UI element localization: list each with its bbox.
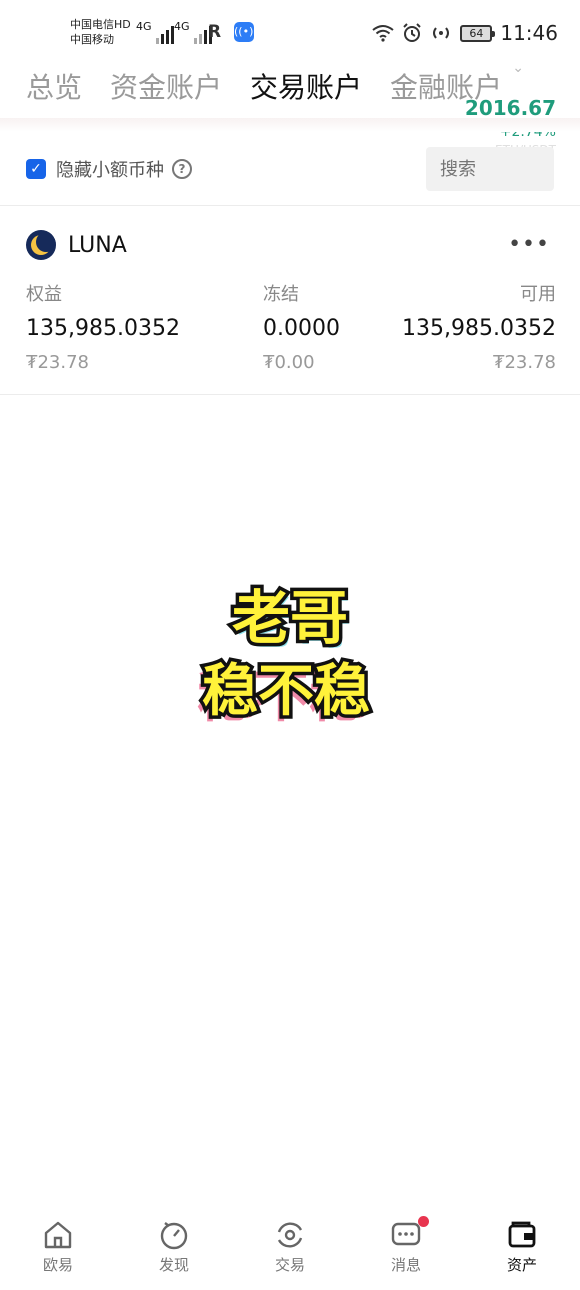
signal-1-icon: 4G	[136, 20, 174, 44]
frozen-column: 冻结 0.0000 ₮0.00	[263, 282, 340, 376]
bottom-nav: 欧易 发现 交易 消息 资产	[0, 1200, 580, 1290]
hide-small-label[interactable]: 隐藏小额币种	[56, 156, 164, 182]
nav-home[interactable]: 欧易	[0, 1200, 116, 1290]
nfc-icon: ((•))	[234, 22, 258, 42]
hotspot-icon	[433, 27, 450, 39]
more-options-icon[interactable]: •••	[508, 234, 550, 256]
divider	[0, 205, 580, 206]
wallet-icon	[508, 1221, 536, 1248]
tab-underlay	[0, 118, 580, 132]
sticker-line-2-outline: 稳不稳	[202, 659, 370, 724]
sticker-line-1-outline: 老哥	[232, 584, 348, 652]
nav-discover-label: 发现	[158, 1256, 189, 1274]
nav-trade[interactable]: 交易	[232, 1200, 348, 1290]
chevron-down-icon[interactable]: ⌄	[512, 60, 524, 76]
available-column: 可用 135,985.0352 ₮23.78	[402, 282, 556, 376]
signal-2-icon: 4G	[174, 20, 212, 44]
available-label: 可用	[520, 284, 556, 305]
status-right: 64 11:46	[372, 20, 558, 46]
account-tabs: 总览 资金账户 交易账户 金融账户	[26, 68, 502, 112]
nav-messages-label: 消息	[390, 1256, 421, 1274]
network-1-label: 4G	[136, 20, 152, 33]
carrier-2: 中国移动	[70, 33, 114, 46]
meme-sticker: 老哥 老哥 稳不稳 稳不稳	[197, 581, 374, 731]
equity-label: 权益	[26, 284, 62, 305]
tab-trading-account[interactable]: 交易账户	[250, 68, 362, 112]
available-fiat: ₮23.78	[493, 352, 556, 373]
tab-overview[interactable]: 总览	[26, 68, 82, 112]
ticker-price: 2016.67	[464, 96, 556, 120]
frozen-value: 0.0000	[263, 316, 340, 341]
frozen-label: 冻结	[263, 284, 299, 305]
asset-name: LUNA	[68, 232, 127, 258]
equity-fiat: ₮23.78	[26, 352, 89, 373]
equity-value: 135,985.0352	[26, 316, 180, 341]
roaming-indicator: R	[208, 22, 222, 42]
asset-header[interactable]: LUNA	[26, 229, 127, 261]
equity-column: 权益 135,985.0352 ₮23.78	[26, 282, 180, 376]
discover-icon	[160, 1222, 188, 1250]
alarm-icon	[403, 23, 422, 42]
nav-trade-label: 交易	[274, 1256, 305, 1274]
nav-assets[interactable]: 资产	[464, 1200, 580, 1290]
carrier-info: 中国电信HD 中国移动	[70, 17, 131, 47]
trade-icon	[277, 1222, 303, 1248]
battery-icon: 64	[460, 24, 496, 42]
nav-discover[interactable]: 发现	[116, 1200, 232, 1290]
search-input[interactable]	[426, 147, 554, 191]
nav-messages[interactable]: 消息	[348, 1200, 464, 1290]
nav-home-label: 欧易	[42, 1256, 73, 1274]
help-icon[interactable]: ?	[172, 159, 192, 179]
luna-coin-icon	[26, 230, 56, 260]
network-2-label: 4G	[174, 20, 190, 33]
wifi-icon	[372, 25, 394, 42]
notification-badge	[418, 1216, 429, 1227]
filter-row: ✓ 隐藏小额币种 ?	[26, 152, 192, 186]
home-icon	[44, 1221, 72, 1249]
available-value: 135,985.0352	[402, 316, 556, 341]
tab-funding-account[interactable]: 资金账户	[110, 68, 222, 112]
hide-small-checkbox[interactable]: ✓	[26, 159, 46, 179]
frozen-fiat: ₮0.00	[263, 352, 315, 373]
carrier-1: 中国电信HD	[70, 18, 131, 31]
status-bar: 中国电信HD 中国移动 4G 4G R ((•)) 64 11:46	[0, 0, 580, 62]
nav-assets-label: 资产	[506, 1256, 537, 1274]
clock: 11:46	[500, 21, 558, 45]
divider	[0, 394, 580, 395]
